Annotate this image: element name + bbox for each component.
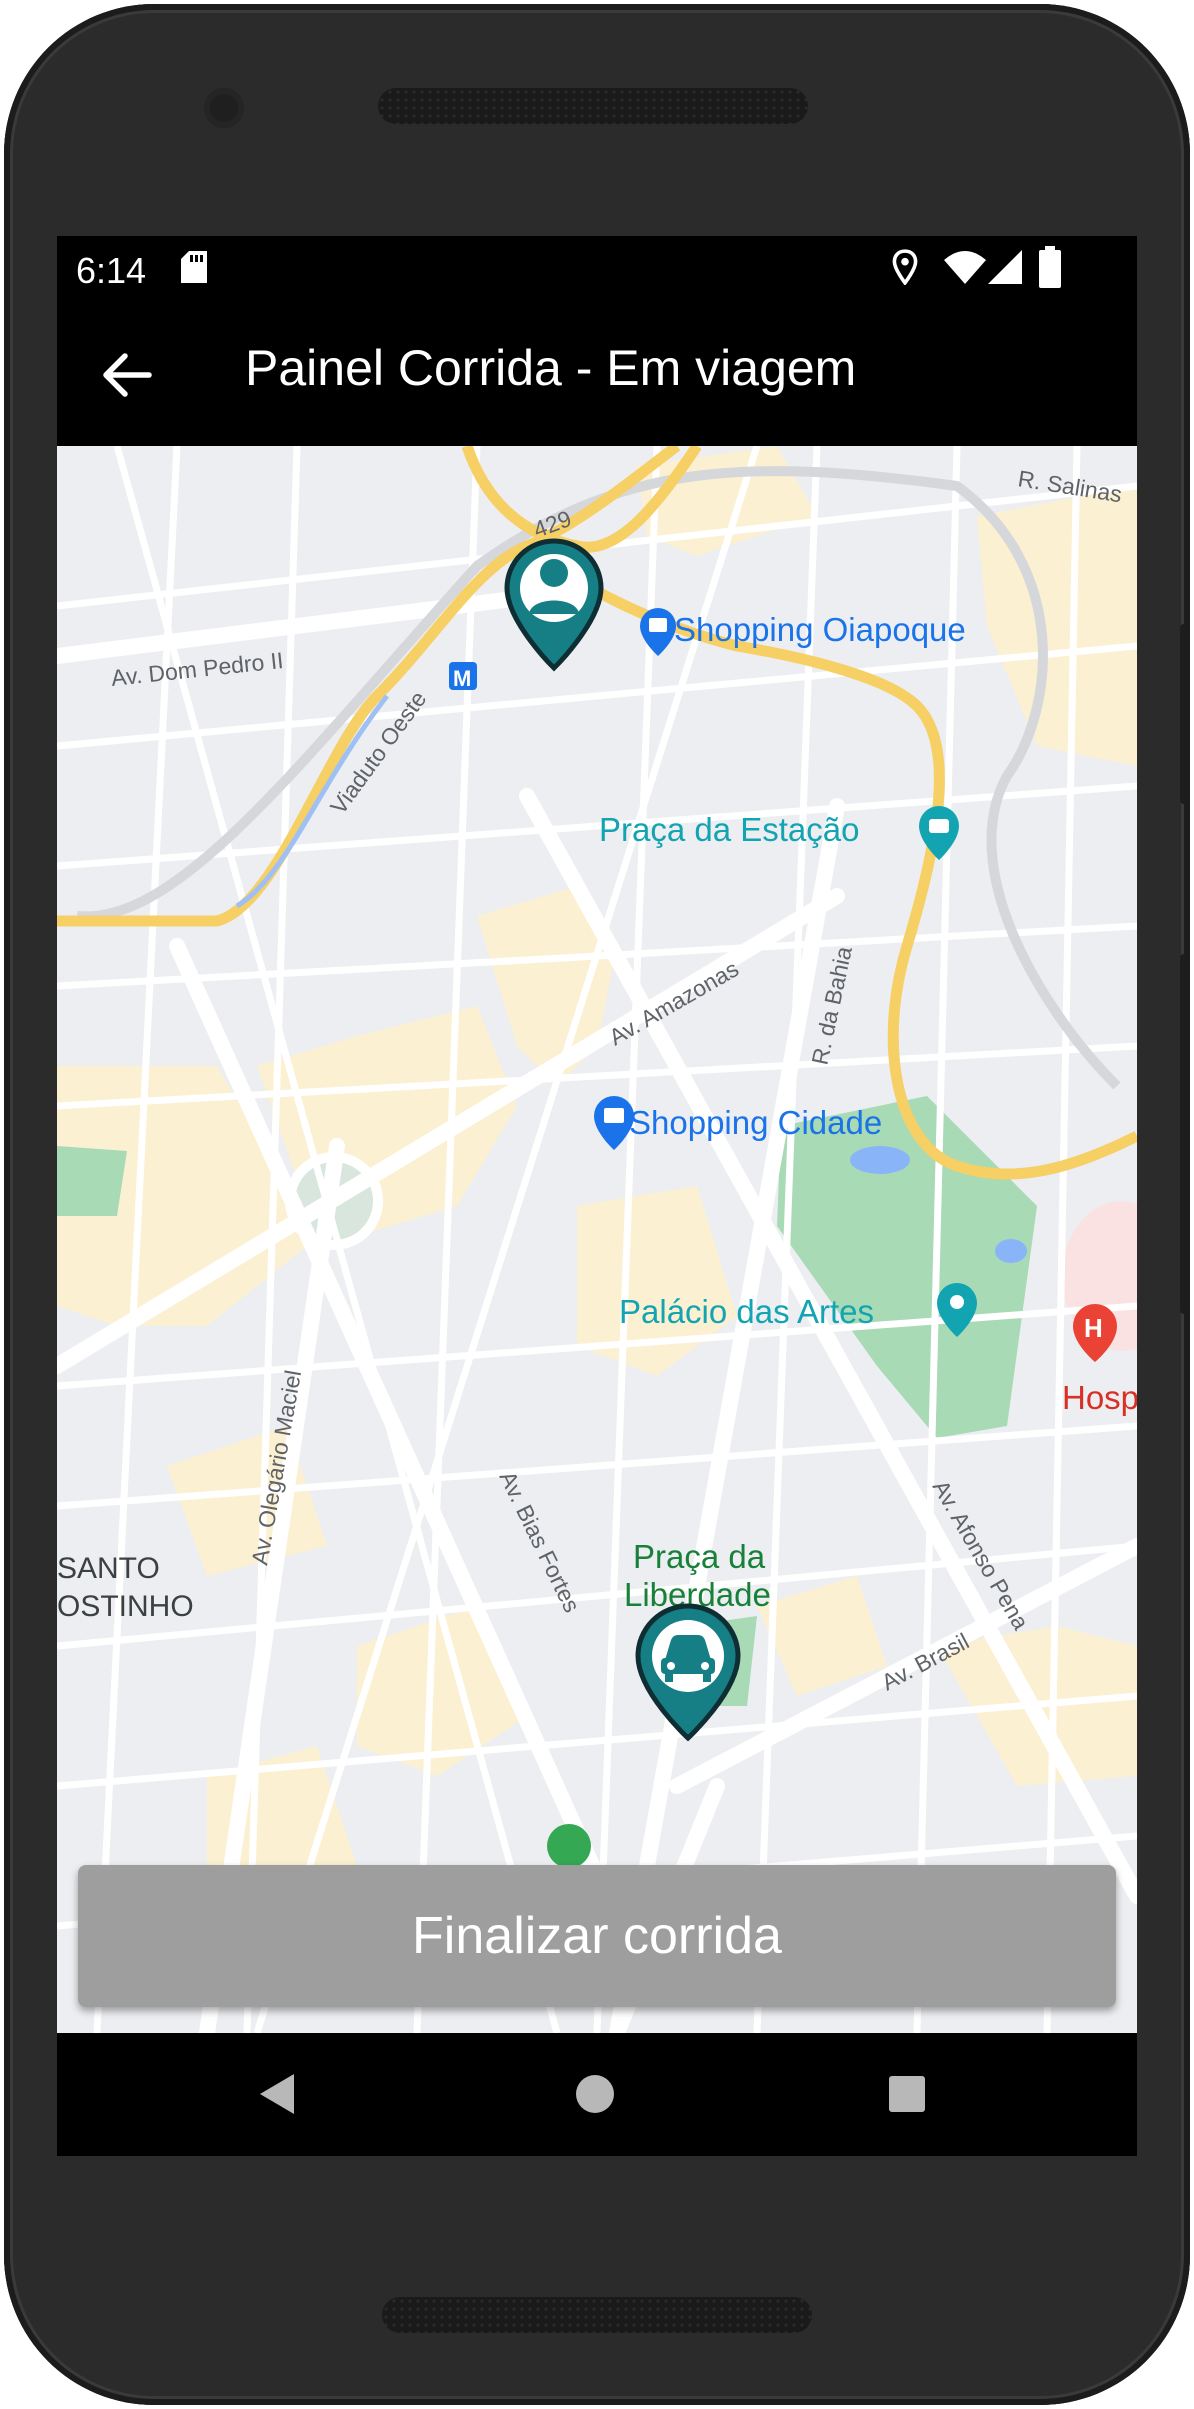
app-bar: Painel Corrida - Em viagem (57, 299, 1137, 446)
power-button (1180, 954, 1190, 1314)
finish-ride-button[interactable]: Finalizar corrida (78, 1865, 1116, 2007)
svg-text:Palácio das Artes: Palácio das Artes (619, 1293, 874, 1330)
person-pin-icon[interactable] (504, 538, 604, 672)
page-title: Painel Corrida - Em viagem (245, 340, 857, 396)
metro-station-icon: M (449, 662, 477, 691)
front-camera (204, 88, 244, 128)
svg-text:OSTINHO: OSTINHO (57, 1590, 194, 1623)
poi-shopping-oiapoque[interactable]: Shopping Oiapoque (640, 608, 966, 656)
map-view[interactable]: R. Salinas Av. Dom Pedro II 429 Viaduto … (57, 446, 1137, 2033)
car-pin-icon[interactable] (635, 1603, 741, 1742)
street-av-bias-fortes: Av. Bias Fortes (495, 1467, 586, 1617)
svg-text:Hospi: Hospi (1062, 1379, 1137, 1416)
earpiece-speaker (378, 88, 808, 124)
nav-back-icon[interactable] (257, 2071, 297, 2117)
arrow-back-icon[interactable] (97, 345, 157, 405)
svg-text:M: M (453, 666, 471, 691)
svg-text:Shopping Oiapoque: Shopping Oiapoque (674, 611, 966, 648)
wifi-icon (944, 251, 986, 284)
map-canvas[interactable]: R. Salinas Av. Dom Pedro II 429 Viaduto … (57, 446, 1137, 2033)
svg-text:SANTO: SANTO (57, 1552, 160, 1585)
svg-text:H: H (1084, 1313, 1103, 1343)
bottom-speaker (382, 2297, 812, 2333)
nav-home-icon[interactable] (574, 2073, 616, 2115)
location-icon (892, 249, 918, 285)
battery-icon (1039, 246, 1061, 288)
volume-button (1180, 624, 1190, 804)
phone-frame: 6:14 Painel Corrida - Em viagem R. Salin… (4, 4, 1190, 2405)
park-marker-icon (547, 1824, 591, 1868)
svg-text:Praça da: Praça da (633, 1538, 766, 1575)
sd-card-icon (181, 251, 207, 283)
nav-recents-icon[interactable] (887, 2074, 927, 2114)
navigation-bar (57, 2033, 1137, 2156)
screen: 6:14 Painel Corrida - Em viagem R. Salin… (57, 236, 1137, 2156)
svg-text:Shopping Cidade: Shopping Cidade (629, 1104, 882, 1141)
neighborhood-label: SANTO OSTINHO (57, 1552, 194, 1623)
signal-icon (988, 250, 1022, 284)
status-time: 6:14 (76, 250, 147, 291)
poi-praca-estacao[interactable]: Praça da Estação (599, 806, 959, 860)
svg-text:Praça da Estação: Praça da Estação (599, 811, 860, 848)
status-bar: 6:14 (57, 236, 1137, 299)
